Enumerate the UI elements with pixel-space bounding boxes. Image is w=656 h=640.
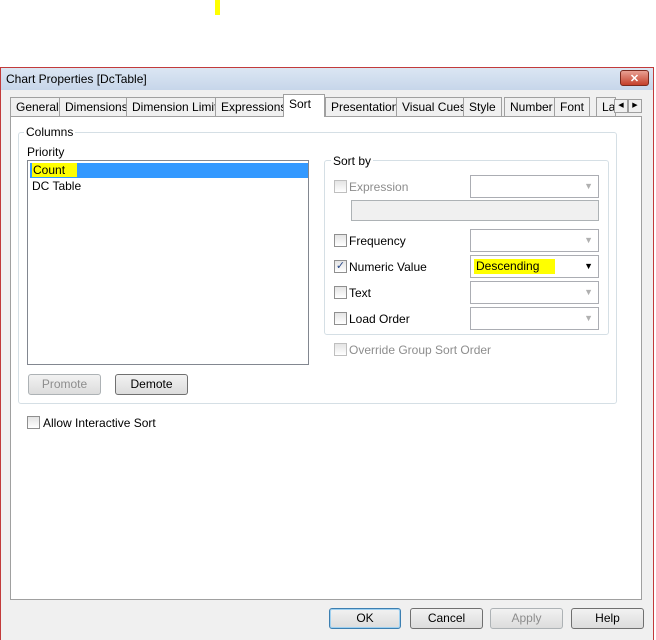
title-bar: Chart Properties [DcTable] ✕ (1, 68, 653, 90)
tab-dimensions[interactable]: Dimensions (59, 97, 134, 116)
highlight-mark (215, 0, 220, 15)
demote-button[interactable]: Demote (115, 374, 188, 395)
tab-scroll-right-icon[interactable]: ▶ (628, 99, 642, 113)
tab-font[interactable]: Font (554, 97, 591, 116)
promote-button[interactable]: Promote (28, 374, 101, 395)
numeric-value-label: Numeric Value (349, 260, 427, 274)
expression-label: Expression (349, 180, 409, 194)
tab-general[interactable]: General (10, 97, 65, 116)
tab-layout[interactable]: La (596, 97, 616, 116)
window-title: Chart Properties [DcTable] (6, 72, 147, 86)
expression-dropdown[interactable]: ▼ (470, 175, 599, 198)
apply-button[interactable]: Apply (490, 608, 563, 629)
tab-dimension-limits[interactable]: Dimension Limits (126, 97, 230, 116)
help-button[interactable]: Help (571, 608, 644, 629)
priority-label: Priority (27, 145, 65, 159)
tab-style[interactable]: Style (463, 97, 502, 116)
tab-sort[interactable]: Sort (283, 94, 325, 117)
tab-presentation[interactable]: Presentation (325, 97, 405, 116)
chevron-down-icon: ▼ (584, 287, 593, 297)
columns-group-label: Columns (24, 125, 76, 139)
list-item[interactable]: Count (30, 163, 308, 178)
ok-button[interactable]: OK (329, 608, 401, 629)
tab-number[interactable]: Number (504, 97, 559, 116)
chart-properties-dialog: Chart Properties [DcTable] ✕ General Dim… (0, 67, 654, 640)
frequency-checkbox[interactable] (334, 234, 347, 247)
sort-by-label: Sort by (331, 154, 374, 168)
sort-tab-panel: Columns Priority Count DC Table Promote … (10, 116, 642, 600)
chevron-down-icon: ▼ (584, 313, 593, 323)
frequency-label: Frequency (349, 234, 406, 248)
allow-interactive-sort-label: Allow Interactive Sort (43, 416, 156, 430)
text-checkbox[interactable] (334, 286, 347, 299)
numeric-value-dropdown[interactable]: Descending ▼ (470, 255, 599, 278)
list-item-label: Count (32, 163, 78, 177)
chevron-down-icon: ▼ (584, 235, 593, 245)
allow-interactive-sort-checkbox[interactable] (27, 416, 40, 429)
priority-list[interactable]: Count DC Table (27, 160, 309, 365)
expression-checkbox[interactable] (334, 180, 347, 193)
load-order-dropdown[interactable]: ▼ (470, 307, 599, 330)
text-dropdown[interactable]: ▼ (470, 281, 599, 304)
cancel-button[interactable]: Cancel (410, 608, 483, 629)
expression-input[interactable] (351, 200, 599, 221)
frequency-dropdown[interactable]: ▼ (470, 229, 599, 252)
chevron-down-icon: ▼ (584, 261, 593, 271)
numeric-value-checkbox[interactable]: ✓ (334, 260, 347, 273)
tab-scroll-left-icon[interactable]: ◀ (614, 99, 628, 113)
close-icon[interactable]: ✕ (620, 70, 649, 86)
chevron-down-icon: ▼ (584, 181, 593, 191)
list-item[interactable]: DC Table (30, 179, 308, 194)
load-order-checkbox[interactable] (334, 312, 347, 325)
load-order-label: Load Order (349, 312, 410, 326)
numeric-value-selected: Descending (474, 259, 556, 274)
tab-expressions[interactable]: Expressions (215, 97, 293, 116)
override-group-sort-label: Override Group Sort Order (349, 343, 492, 357)
list-item-label: DC Table (32, 179, 82, 193)
override-group-sort-checkbox[interactable] (334, 343, 347, 356)
text-label: Text (349, 286, 372, 300)
tab-visual-cues[interactable]: Visual Cues (396, 97, 472, 116)
